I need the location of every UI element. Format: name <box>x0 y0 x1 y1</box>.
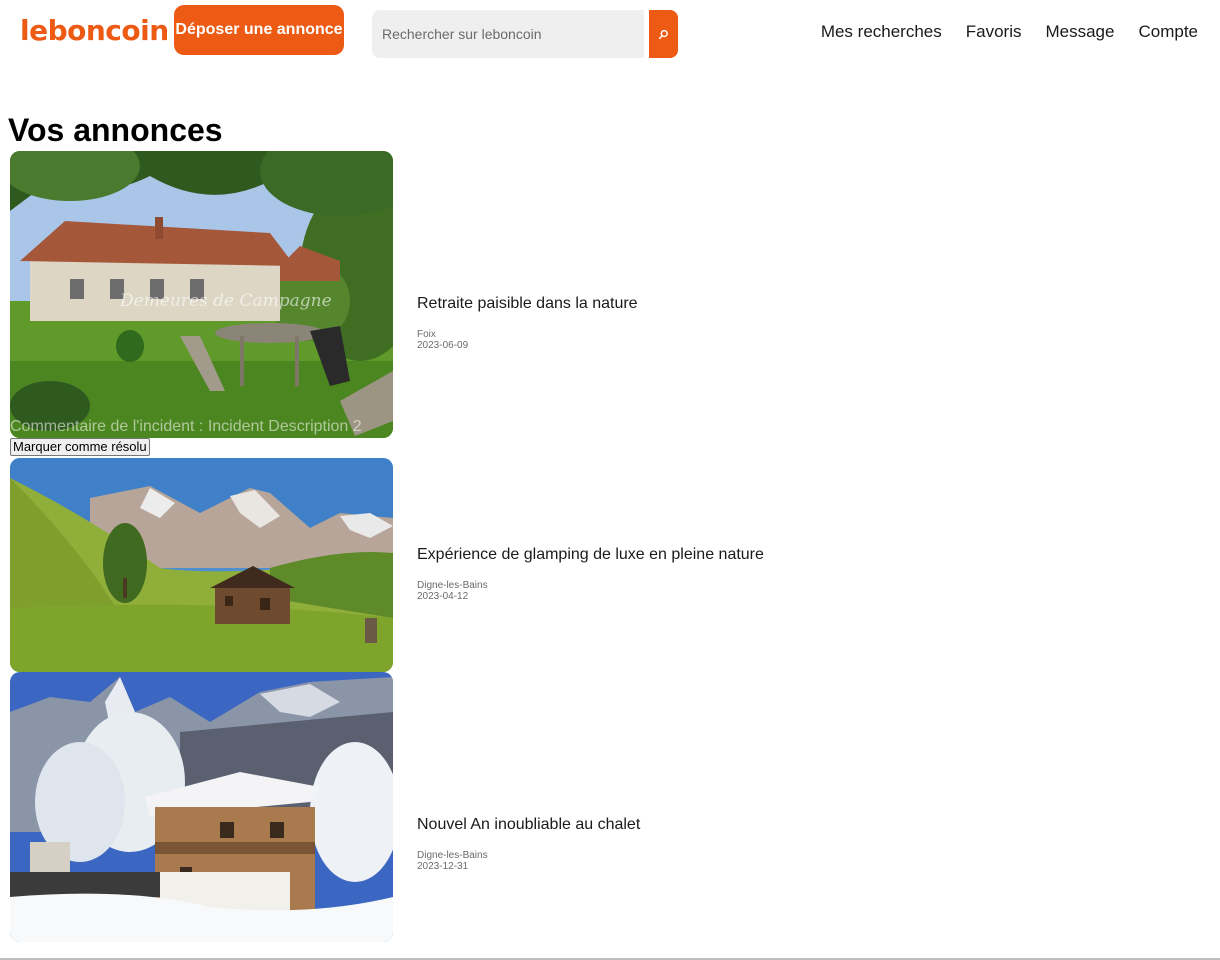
nav-compte[interactable]: Compte <box>1138 22 1198 42</box>
snowy-chalet-image <box>10 672 393 942</box>
country-house-image: Demeures de Campagne <box>10 151 393 438</box>
nav-message[interactable]: Message <box>1045 22 1114 42</box>
search-input[interactable] <box>372 10 644 58</box>
listing-info: Expérience de glamping de luxe en pleine… <box>417 546 764 602</box>
listing-image[interactable]: Demeures de Campagne <box>10 151 393 438</box>
nav-mes-recherches[interactable]: Mes recherches <box>821 22 942 42</box>
incident-comment: Commentaire de l'incident : Incident Des… <box>10 418 362 435</box>
listing-info: Retraite paisible dans la nature Foix 20… <box>417 295 638 351</box>
post-ad-button[interactable]: Déposer une annonce <box>174 5 344 55</box>
listing-info: Nouvel An inoubliable au chalet Digne-le… <box>417 816 640 872</box>
nav-favoris[interactable]: Favoris <box>966 22 1022 42</box>
logo[interactable]: leboncoin <box>20 14 169 47</box>
listing-location: Foix <box>417 329 436 340</box>
listing-image[interactable] <box>10 458 393 672</box>
listing-title[interactable]: Nouvel An inoubliable au chalet <box>417 816 640 834</box>
search-button[interactable] <box>649 10 678 58</box>
listing-location: Digne-les-Bains <box>417 850 488 861</box>
listing-date: 2023-12-31 <box>417 861 469 872</box>
top-nav: Mes recherches Favoris Message Compte <box>821 22 1198 42</box>
listing-date: 2023-06-09 <box>417 340 469 351</box>
mountain-cabin-image <box>10 458 393 672</box>
image-watermark: Demeures de Campagne <box>119 291 332 311</box>
listing-date: 2023-04-12 <box>417 591 469 602</box>
listing-title[interactable]: Expérience de glamping de luxe en pleine… <box>417 546 764 564</box>
search-icon <box>658 29 668 39</box>
listing-title[interactable]: Retraite paisible dans la nature <box>417 295 638 313</box>
listing-image[interactable] <box>10 672 393 942</box>
page-title: Vos annonces <box>8 112 223 148</box>
mark-resolved-button[interactable]: Marquer comme résolu <box>10 438 150 456</box>
header: leboncoin Déposer une annonce Mes recher… <box>0 0 1220 66</box>
search-field[interactable] <box>372 10 644 58</box>
listing-location: Digne-les-Bains <box>417 580 488 591</box>
